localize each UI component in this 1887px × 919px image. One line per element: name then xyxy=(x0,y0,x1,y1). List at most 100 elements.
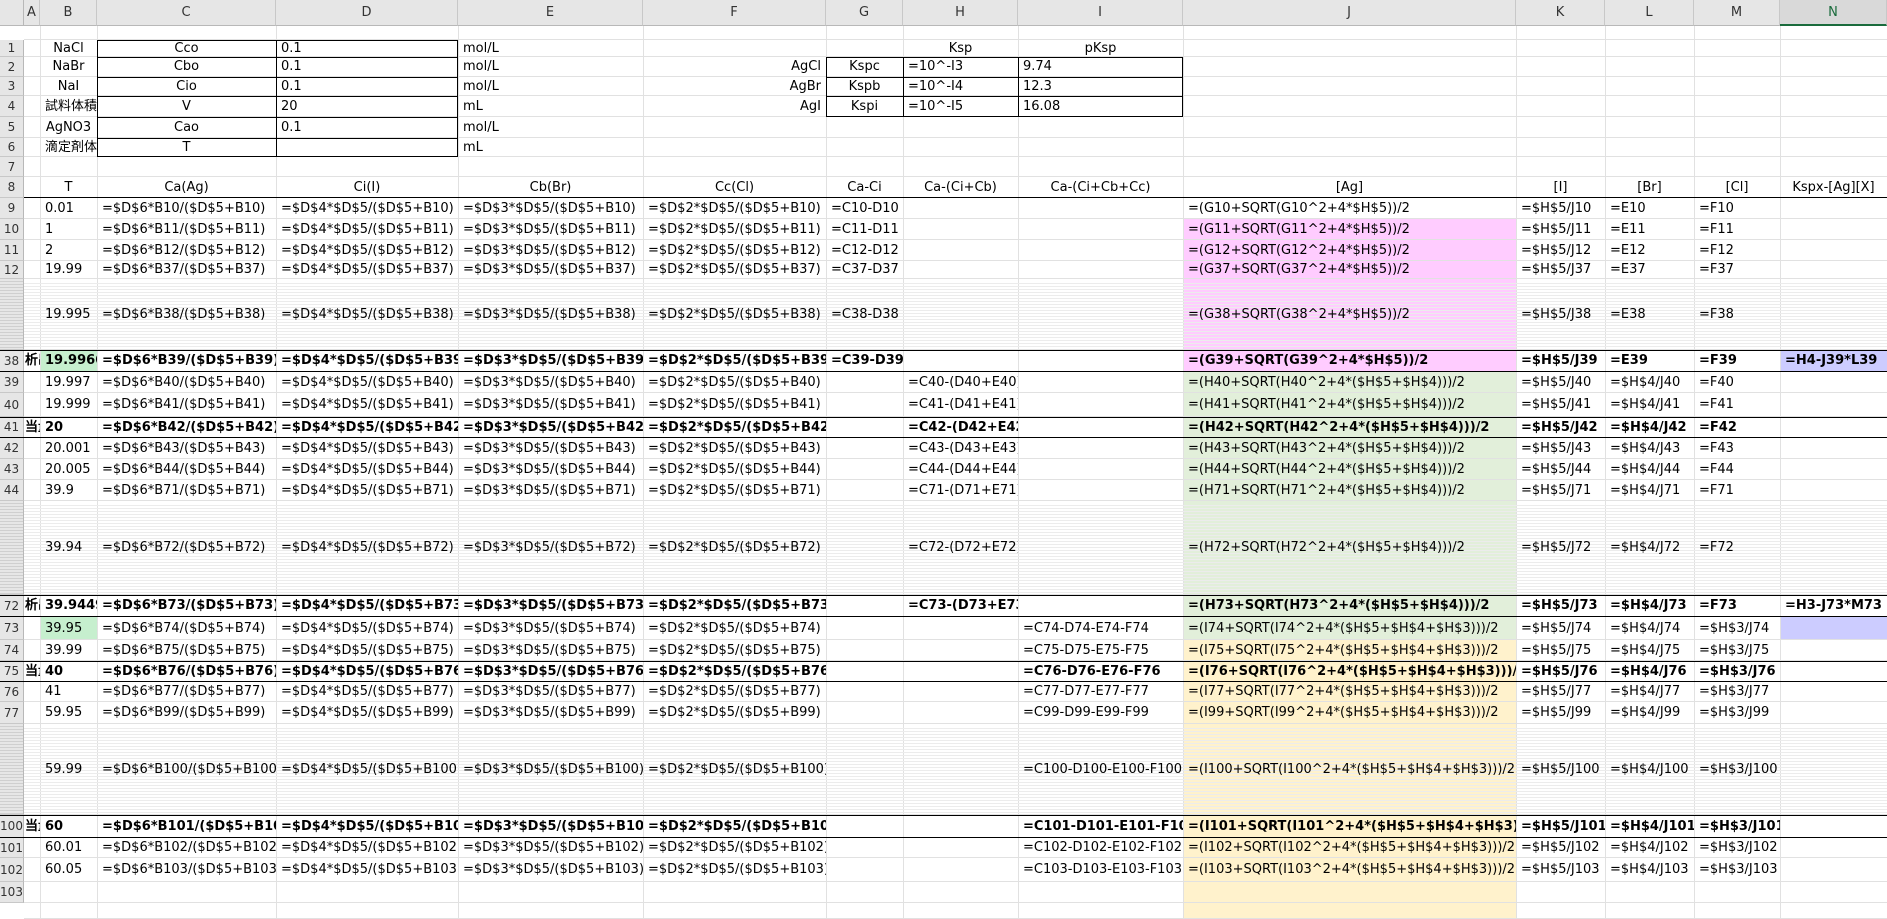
cell-l[interactable]: =E39 xyxy=(1605,350,1694,372)
row-header[interactable]: 7 xyxy=(0,157,24,177)
cell-c[interactable]: =$D$6*B39/($D$5+B39) xyxy=(97,350,276,372)
column-label-h[interactable]: Ca-(Ci+Cb) xyxy=(903,177,1018,198)
cell-d[interactable]: =$D$4*$D$5/($D$5+B41) xyxy=(276,393,458,417)
cell-e[interactable]: =$D$3*$D$5/($D$5+B74) xyxy=(458,617,643,640)
row-header[interactable]: 103 xyxy=(0,882,24,903)
cell-d[interactable]: =$D$4*$D$5/($D$5+B10) xyxy=(276,198,458,219)
cell-b[interactable]: 20 xyxy=(40,417,97,438)
cell-j[interactable]: =(H71+SQRT(H71^2+4*($H$5+$H$4)))/2 xyxy=(1183,480,1516,501)
cell-m[interactable]: =$H$3/J74 xyxy=(1694,617,1780,640)
cell-k[interactable]: =$H$5/J40 xyxy=(1516,372,1605,393)
row-header[interactable]: 12 xyxy=(0,261,24,279)
cell-b[interactable]: 60.05 xyxy=(40,858,97,882)
row-header[interactable]: 40 xyxy=(0,393,24,417)
spreadsheet-grid[interactable]: ABCDEFGHIJKLMN12345678910111237383940414… xyxy=(0,0,1887,919)
cell-e[interactable]: =$D$3*$D$5/($D$5+B71) xyxy=(458,480,643,501)
cell-l[interactable]: =$H$4/J76 xyxy=(1605,661,1694,682)
cell-d[interactable]: =$D$4*$D$5/($D$5+B72) xyxy=(276,501,458,595)
cell-c[interactable]: =$D$6*B41/($D$5+B41) xyxy=(97,393,276,417)
column-header-c[interactable]: C xyxy=(97,0,276,26)
cell-f[interactable]: =$D$2*$D$5/($D$5+B77) xyxy=(643,682,826,702)
cell-f[interactable]: =$D$2*$D$5/($D$5+B39) xyxy=(643,350,826,372)
cell-b[interactable]: 2 xyxy=(40,240,97,261)
cell-j[interactable]: =(I99+SQRT(I99^2+4*($H$5+$H$4+$H$3)))/2 xyxy=(1183,702,1516,724)
cell-j[interactable]: =(H41+SQRT(H41^2+4*($H$5+$H$4)))/2 xyxy=(1183,393,1516,417)
cell-c[interactable]: =$D$6*B76/($D$5+B76) xyxy=(97,661,276,682)
row-header[interactable]: 3 xyxy=(0,77,24,96)
row-header[interactable]: 101 xyxy=(0,838,24,858)
cell-d[interactable]: =$D$4*$D$5/($D$5+B103) xyxy=(276,858,458,882)
cell-i[interactable]: =C99-D99-E99-F99 xyxy=(1018,702,1183,724)
cell-b[interactable]: 59.95 xyxy=(40,702,97,724)
cell-k[interactable]: =$H$5/J43 xyxy=(1516,438,1605,459)
cell-i[interactable]: =C74-D74-E74-F74 xyxy=(1018,617,1183,640)
cell-j[interactable]: =(H43+SQRT(H43^2+4*($H$5+$H$4)))/2 xyxy=(1183,438,1516,459)
cell-l[interactable]: =$H$4/J41 xyxy=(1605,393,1694,417)
cell-j[interactable]: =(G39+SQRT(G39^2+4*$H$5))/2 xyxy=(1183,350,1516,372)
cell-f[interactable]: =$D$2*$D$5/($D$5+B10) xyxy=(643,198,826,219)
cell-m[interactable]: =F38 xyxy=(1694,279,1780,350)
cell-j[interactable]: =(H40+SQRT(H40^2+4*($H$5+$H$4)))/2 xyxy=(1183,372,1516,393)
cell-l[interactable]: =$H$4/J100 xyxy=(1605,724,1694,815)
column-label-e[interactable]: Cb(Br) xyxy=(458,177,643,198)
row-header[interactable]: 72 xyxy=(0,595,24,617)
cell-g[interactable]: =C39-D39 xyxy=(826,350,903,372)
cell-m[interactable]: =F73 xyxy=(1694,595,1780,617)
cell-b[interactable]: 39.94 xyxy=(40,501,97,595)
cell-k[interactable]: =$H$5/J44 xyxy=(1516,459,1605,480)
ksp-salt[interactable]: AgI xyxy=(643,96,826,117)
column-header-m[interactable]: M xyxy=(1694,0,1780,26)
cell-l[interactable]: =$H$4/J44 xyxy=(1605,459,1694,480)
cell-d[interactable]: =$D$4*$D$5/($D$5+B75) xyxy=(276,640,458,661)
cell-e[interactable]: =$D$3*$D$5/($D$5+B38) xyxy=(458,279,643,350)
row-header[interactable]: 74 xyxy=(0,640,24,661)
cell-f[interactable]: =$D$2*$D$5/($D$5+B44) xyxy=(643,459,826,480)
cell-j[interactable]: =(I75+SQRT(I75^2+4*($H$5+$H$4+$H$3)))/2 xyxy=(1183,640,1516,661)
ksp-header[interactable]: Ksp xyxy=(903,40,1018,57)
cell-d[interactable]: =$D$4*$D$5/($D$5+B44) xyxy=(276,459,458,480)
cell-e[interactable]: =$D$3*$D$5/($D$5+B100) xyxy=(458,724,643,815)
param-unit[interactable]: mL xyxy=(458,138,643,157)
cell-d[interactable]: =$D$4*$D$5/($D$5+B37) xyxy=(276,261,458,279)
cell-f[interactable]: =$D$2*$D$5/($D$5+B103) xyxy=(643,858,826,882)
column-header-e[interactable]: E xyxy=(458,0,643,26)
column-label-b[interactable]: T xyxy=(40,177,97,198)
column-header-h[interactable]: H xyxy=(903,0,1018,26)
cell-k[interactable]: =$H$5/J100 xyxy=(1516,724,1605,815)
cell-c[interactable]: =$D$6*B75/($D$5+B75) xyxy=(97,640,276,661)
cell-e[interactable]: =$D$3*$D$5/($D$5+B72) xyxy=(458,501,643,595)
cell-m[interactable]: =$H$3/J100 xyxy=(1694,724,1780,815)
cell-d[interactable]: =$D$4*$D$5/($D$5+B38) xyxy=(276,279,458,350)
row-header[interactable]: 42 xyxy=(0,438,24,459)
cell-e[interactable]: =$D$3*$D$5/($D$5+B43) xyxy=(458,438,643,459)
cell-j[interactable]: =(G38+SQRT(G38^2+4*$H$5))/2 xyxy=(1183,279,1516,350)
cell-g[interactable]: =C10-D10 xyxy=(826,198,903,219)
cell-d[interactable]: =$D$4*$D$5/($D$5+B100) xyxy=(276,724,458,815)
cell-d[interactable]: =$D$4*$D$5/($D$5+B101) xyxy=(276,815,458,838)
ksp-salt[interactable]: AgBr xyxy=(643,77,826,96)
cell-l[interactable]: =$H$4/J73 xyxy=(1605,595,1694,617)
cell-l[interactable]: =$H$4/J72 xyxy=(1605,501,1694,595)
ksp-salt[interactable]: AgCl xyxy=(643,57,826,77)
cell-e[interactable]: =$D$3*$D$5/($D$5+B99) xyxy=(458,702,643,724)
cell-e[interactable]: =$D$3*$D$5/($D$5+B10) xyxy=(458,198,643,219)
row-header[interactable]: 10 xyxy=(0,219,24,240)
cell-m[interactable]: =F43 xyxy=(1694,438,1780,459)
cell-j[interactable]: =(H44+SQRT(H44^2+4*($H$5+$H$4)))/2 xyxy=(1183,459,1516,480)
param-unit[interactable]: mol/L xyxy=(458,117,643,138)
cell-e[interactable]: =$D$3*$D$5/($D$5+B102) xyxy=(458,838,643,858)
row-header[interactable]: 8 xyxy=(0,177,24,198)
cell-j[interactable]: =(H42+SQRT(H42^2+4*($H$5+$H$4)))/2 xyxy=(1183,417,1516,438)
cell-j[interactable]: =(G10+SQRT(G10^2+4*$H$5))/2 xyxy=(1183,198,1516,219)
cell-c[interactable]: =$D$6*B12/($D$5+B12) xyxy=(97,240,276,261)
cell-l[interactable]: =$H$4/J75 xyxy=(1605,640,1694,661)
cell-e[interactable]: =$D$3*$D$5/($D$5+B101) xyxy=(458,815,643,838)
cell-b[interactable]: 1 xyxy=(40,219,97,240)
cell-e[interactable]: =$D$3*$D$5/($D$5+B42) xyxy=(458,417,643,438)
cell-a[interactable]: 析出 xyxy=(24,595,40,617)
cell-d[interactable]: =$D$4*$D$5/($D$5+B99) xyxy=(276,702,458,724)
cell-m[interactable]: =$H$3/J99 xyxy=(1694,702,1780,724)
cell-m[interactable]: =F39 xyxy=(1694,350,1780,372)
param-name[interactable]: NaI xyxy=(40,77,97,96)
cell-m[interactable]: =F72 xyxy=(1694,501,1780,595)
